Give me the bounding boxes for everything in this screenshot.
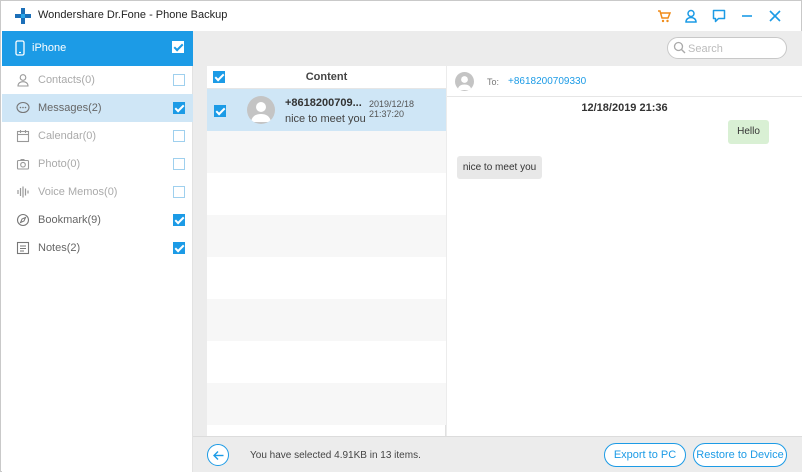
- incoming-message-text: nice to meet you: [462, 162, 537, 173]
- avatar: [247, 96, 275, 124]
- user-icon[interactable]: [682, 7, 700, 25]
- message-checkbox[interactable]: [214, 105, 226, 117]
- conversation-panel: To: +8618200709330 12/18/2019 21:36 Hell…: [447, 66, 802, 436]
- list-header: Content: [207, 66, 446, 89]
- feedback-icon[interactable]: [710, 7, 728, 25]
- sidebar-item-label: Messages(2): [38, 102, 102, 114]
- person-icon: [251, 102, 271, 122]
- list-empty-row: [207, 215, 446, 257]
- list-empty-row: [207, 257, 446, 299]
- bookmark-checkbox[interactable]: [173, 214, 185, 226]
- device-label: iPhone: [32, 42, 67, 54]
- message-preview: nice to meet you: [285, 113, 366, 125]
- sidebar-item-label: Calendar(0): [38, 130, 97, 142]
- sidebar-item-label: Bookmark(9): [38, 214, 101, 226]
- sidebar-item-contacts[interactable]: Contacts(0): [2, 66, 193, 94]
- list-empty-row: [207, 383, 446, 425]
- sidebar-item-notes[interactable]: Notes(2): [2, 234, 193, 262]
- search-placeholder: Search: [688, 43, 723, 55]
- bookmark-icon: [16, 213, 30, 227]
- selection-status: You have selected 4.91KB in 13 items.: [250, 450, 421, 461]
- sidebar: iPhone Contacts(0) Messages(2) Calendar(…: [2, 31, 193, 472]
- title-bar: Wondershare Dr.Fone - Phone Backup: [1, 1, 801, 31]
- sidebar-item-label: Notes(2): [38, 242, 81, 254]
- sidebar-item-calendar[interactable]: Calendar(0): [2, 122, 193, 150]
- phone-icon: [15, 40, 25, 56]
- to-label: To:: [487, 77, 500, 87]
- voice-memos-icon: [17, 186, 29, 198]
- list-empty-row: [207, 131, 446, 173]
- window-title: Wondershare Dr.Fone - Phone Backup: [38, 9, 228, 21]
- list-empty-row: [207, 299, 446, 341]
- notes-icon: [16, 241, 30, 255]
- cart-icon[interactable]: [655, 7, 673, 25]
- list-empty-row: [207, 341, 446, 383]
- search-input[interactable]: Search: [667, 37, 787, 59]
- sidebar-item-label: Contacts(0): [38, 74, 95, 86]
- calendar-icon: [16, 130, 30, 143]
- export-to-pc-button[interactable]: Export to PC: [604, 443, 686, 467]
- sidebar-device-iphone[interactable]: iPhone: [2, 31, 193, 66]
- photo-checkbox[interactable]: [173, 158, 185, 170]
- sidebar-item-messages[interactable]: Messages(2): [2, 94, 193, 122]
- outgoing-message-bubble: Hello: [728, 120, 769, 144]
- close-icon[interactable]: [766, 7, 784, 25]
- search-icon: [673, 41, 686, 54]
- message-list: Content +8618200709... 2019/12/18 21:37:…: [207, 66, 446, 436]
- app-window: Wondershare Dr.Fone - Phone Backup iPhon…: [0, 0, 802, 472]
- incoming-message-bubble: nice to meet you: [457, 156, 542, 179]
- arrow-left-icon: [213, 451, 224, 460]
- sidebar-item-bookmark[interactable]: Bookmark(9): [2, 206, 193, 234]
- avatar: [455, 72, 474, 91]
- device-checkbox[interactable]: [172, 41, 184, 53]
- calendar-checkbox[interactable]: [173, 130, 185, 142]
- sidebar-item-voice-memos[interactable]: Voice Memos(0): [2, 178, 193, 206]
- outgoing-message-text: Hello: [737, 126, 760, 137]
- messages-checkbox[interactable]: [173, 102, 185, 114]
- list-empty-row: [207, 173, 446, 215]
- conversation-date: 12/18/2019 21:36: [581, 102, 668, 114]
- restore-to-device-button[interactable]: Restore to Device: [693, 443, 787, 467]
- photo-icon: [16, 159, 30, 170]
- recipient-number: +8618200709330: [508, 76, 587, 87]
- messages-icon: [16, 101, 30, 114]
- message-date: 2019/12/18 21:37:20: [369, 99, 415, 119]
- sidebar-item-photo[interactable]: Photo(0): [2, 150, 193, 178]
- contacts-icon: [17, 74, 29, 87]
- conversation-header: To: +8618200709330: [447, 66, 802, 97]
- message-row[interactable]: +8618200709... 2019/12/18 21:37:20 nice …: [207, 89, 446, 131]
- sidebar-item-label: Photo(0): [38, 158, 81, 170]
- minimize-icon[interactable]: [738, 7, 756, 25]
- person-icon: [457, 76, 472, 90]
- back-button[interactable]: [207, 444, 229, 466]
- footer-bar: You have selected 4.91KB in 13 items. Ex…: [193, 436, 802, 472]
- message-sender: +8618200709...: [285, 97, 362, 109]
- sidebar-item-label: Voice Memos(0): [38, 186, 118, 198]
- contacts-checkbox[interactable]: [173, 74, 185, 86]
- notes-checkbox[interactable]: [173, 242, 185, 254]
- voice-memos-checkbox[interactable]: [173, 186, 185, 198]
- main-panel: Search Content +8618200709... 2019/12/18: [193, 31, 802, 472]
- app-logo-icon: [15, 8, 31, 24]
- list-header-title: Content: [305, 71, 348, 83]
